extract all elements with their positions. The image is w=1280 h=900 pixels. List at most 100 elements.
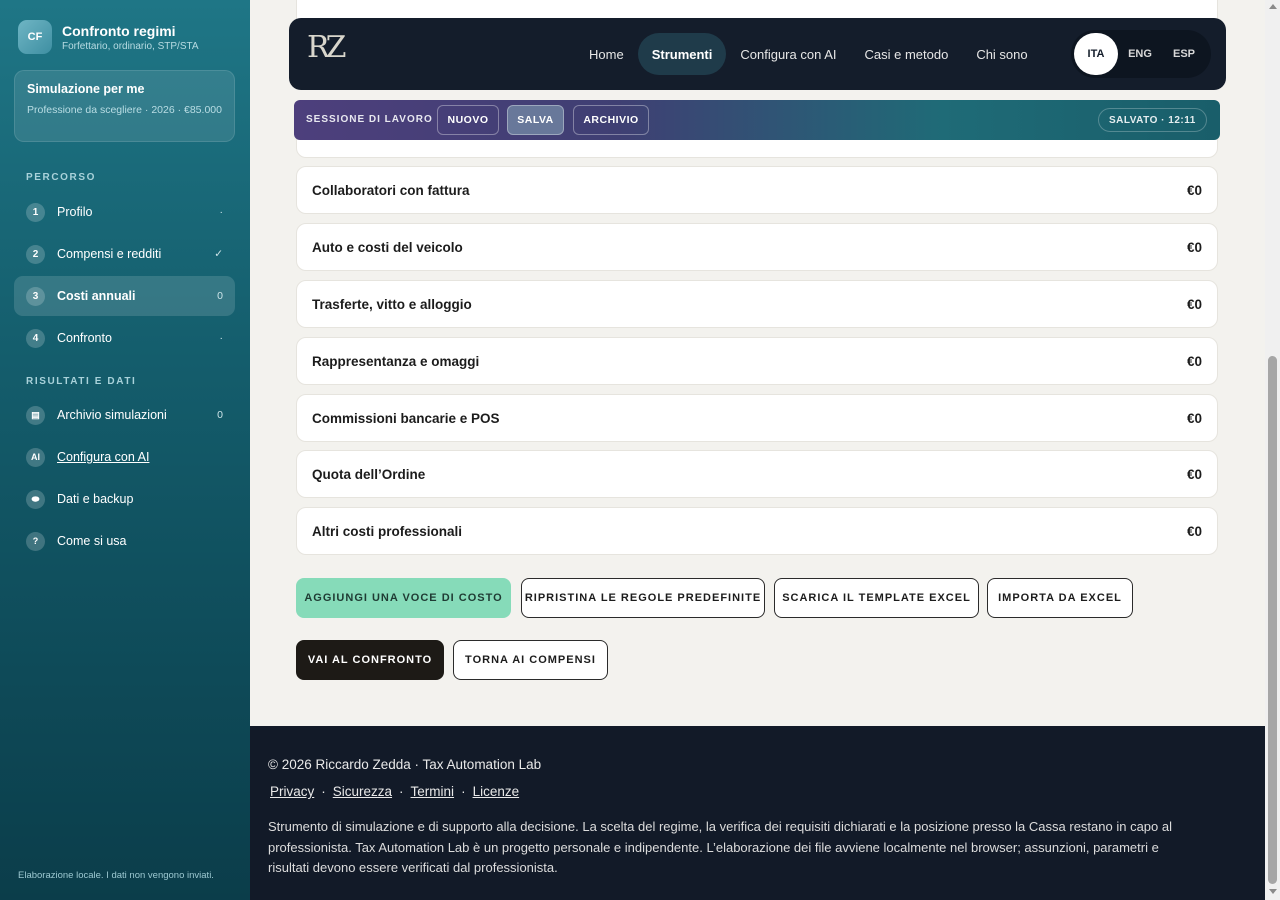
lang-ita[interactable]: ITA (1074, 33, 1118, 75)
cost-row[interactable]: Rappresentanza e omaggi €0 (296, 337, 1218, 385)
step-number: 3 (26, 286, 45, 306)
language-switcher: ITA ENG ESP (1071, 30, 1211, 78)
archive-icon: ▤ (26, 405, 45, 425)
cost-row[interactable]: Collaboratori con fattura €0 (296, 166, 1218, 214)
nav-strumenti[interactable]: Strumenti (637, 33, 727, 75)
sidebar-step-compensi[interactable]: 2 Compensi e redditi ✓ (14, 234, 235, 274)
cost-label: Rappresentanza e omaggi (312, 353, 480, 369)
cost-row[interactable]: Quota dell’Ordine €0 (296, 450, 1218, 498)
brand: CF Confronto regimi Forfettario, ordinar… (18, 20, 199, 54)
download-template-button[interactable]: SCARICA IL TEMPLATE EXCEL (774, 578, 979, 618)
sidebar-step-profilo[interactable]: 1 Profilo · (14, 192, 235, 232)
footer-links: Privacy · Sicurezza · Termini · Licenze (268, 784, 521, 799)
step-status: · (219, 332, 224, 344)
sidebar-item-label: Archivio simulazioni (57, 408, 167, 422)
sidebar-step-costi[interactable]: 3 Costi annuali 0 (14, 276, 235, 316)
simulation-title: Simulazione per me (27, 82, 145, 96)
archive-count: 0 (217, 409, 223, 421)
sidebar-item-dati-backup[interactable]: ⬬ Dati e backup (14, 479, 235, 519)
step-number: 1 (26, 202, 45, 222)
simulation-desc: Professione da scegliere · 2026 · €85.00… (27, 104, 222, 116)
disclaimer: Strumento di simulazione e di supporto a… (268, 819, 1172, 875)
cost-label: Altri costi professionali (312, 523, 463, 539)
site-logo[interactable]: RZ (307, 30, 346, 65)
sidebar-step-confronto[interactable]: 4 Confronto · (14, 318, 235, 358)
scroll-up-arrow-icon[interactable] (1269, 4, 1277, 9)
step-status: · (219, 206, 224, 218)
cost-label: Commissioni bancarie e POS (312, 410, 500, 426)
saved-status-badge: SALVATO · 12:11 (1098, 108, 1207, 132)
brand-title: Confronto regimi (62, 22, 176, 39)
scrollbar-thumb[interactable] (1268, 356, 1277, 884)
terms-link[interactable]: Termini (409, 784, 457, 799)
security-link[interactable]: Sicurezza (331, 784, 394, 799)
copyright: © 2026 Riccardo Zedda · Tax Automation L… (268, 757, 542, 772)
current-simulation-card[interactable]: Simulazione per me Professione da scegli… (14, 70, 235, 142)
cost-value: €0 (1186, 466, 1202, 482)
help-icon: ? (26, 531, 45, 551)
separator: · (461, 784, 466, 799)
step-label: Costi annuali (57, 289, 136, 303)
page-footer: © 2026 Riccardo Zedda · Tax Automation L… (250, 726, 1265, 900)
cost-label: Auto e costi del veicolo (312, 239, 463, 255)
cost-row[interactable]: Altri costi professionali €0 (296, 507, 1218, 555)
ai-icon: AI (26, 447, 45, 467)
cost-label: Trasferte, vitto e alloggio (312, 296, 472, 312)
step-count: 0 (217, 290, 223, 302)
cost-value: €0 (1186, 182, 1202, 198)
save-session-button[interactable]: SALVA (507, 105, 564, 135)
nav-home[interactable]: Home (575, 33, 638, 75)
import-excel-button[interactable]: IMPORTA DA EXCEL (987, 578, 1133, 618)
sidebar-item-label: Come si usa (57, 534, 127, 548)
step-label: Confronto (57, 331, 112, 345)
sidebar-footer-note: Elaborazione locale. I dati non vengono … (18, 870, 214, 881)
cost-value: €0 (1186, 353, 1202, 369)
sidebar: CF Confronto regimi Forfettario, ordinar… (0, 0, 250, 900)
step-label: Profilo (57, 205, 93, 219)
scroll-down-arrow-icon[interactable] (1269, 889, 1277, 894)
cost-value: €0 (1186, 239, 1202, 255)
check-icon: ✓ (214, 248, 223, 260)
brand-subtitle: Forfettario, ordinario, STP/STA (62, 40, 199, 52)
sidebar-item-come-si-usa[interactable]: ? Come si usa (14, 521, 235, 561)
privacy-link[interactable]: Privacy (268, 784, 316, 799)
nav-chi-sono[interactable]: Chi sono (962, 33, 1041, 75)
separator: · (321, 784, 326, 799)
cost-value: €0 (1186, 523, 1202, 539)
new-session-button[interactable]: NUOVO (437, 105, 499, 135)
lang-eng[interactable]: ENG (1118, 33, 1162, 75)
results-section-label: RISULTATI E DATI (26, 376, 137, 387)
cost-row[interactable]: Auto e costi del veicolo €0 (296, 223, 1218, 271)
back-to-income-button[interactable]: TORNA AI COMPENSI (453, 640, 608, 680)
licenses-link[interactable]: Licenze (471, 784, 522, 799)
step-number: 2 (26, 244, 45, 264)
step-label: Compensi e redditi (57, 247, 162, 261)
cost-row[interactable]: Trasferte, vitto e alloggio €0 (296, 280, 1218, 328)
sidebar-item-archivio[interactable]: ▤ Archivio simulazioni 0 (14, 395, 235, 435)
reset-rules-button[interactable]: RIPRISTINA LE REGOLE PREDEFINITE (521, 578, 765, 618)
nav-casi-metodo[interactable]: Casi e metodo (850, 33, 962, 75)
top-navbar: RZ Home Strumenti Configura con AI Casi … (289, 18, 1226, 90)
archive-session-button[interactable]: ARCHIVIO (573, 105, 649, 135)
sidebar-item-label: Dati e backup (57, 492, 134, 506)
path-section-label: PERCORSO (26, 172, 97, 183)
database-icon: ⬬ (26, 489, 45, 509)
main-nav: Home Strumenti Configura con AI Casi e m… (575, 33, 1042, 75)
separator: · (399, 784, 404, 799)
sidebar-item-configura-ai[interactable]: AI Configura con AI (14, 437, 235, 477)
add-cost-button[interactable]: AGGIUNGI UNA VOCE DI COSTO (296, 578, 511, 618)
session-label: SESSIONE DI LAVORO (306, 114, 433, 125)
cost-row[interactable]: Commissioni bancarie e POS €0 (296, 394, 1218, 442)
sidebar-item-label[interactable]: Configura con AI (57, 450, 223, 464)
step-number: 4 (26, 328, 45, 348)
go-to-compare-button[interactable]: VAI AL CONFRONTO (296, 640, 444, 680)
lang-esp[interactable]: ESP (1162, 33, 1206, 75)
cost-label: Collaboratori con fattura (312, 182, 470, 198)
cost-value: €0 (1186, 296, 1202, 312)
nav-configura-ai[interactable]: Configura con AI (726, 33, 850, 75)
page-scrollbar[interactable] (1265, 0, 1280, 900)
work-session-bar: SESSIONE DI LAVORO NUOVO SALVA ARCHIVIO … (294, 100, 1220, 140)
cost-label: Quota dell’Ordine (312, 466, 426, 482)
cost-value: €0 (1186, 410, 1202, 426)
brand-badge: CF (18, 20, 52, 54)
